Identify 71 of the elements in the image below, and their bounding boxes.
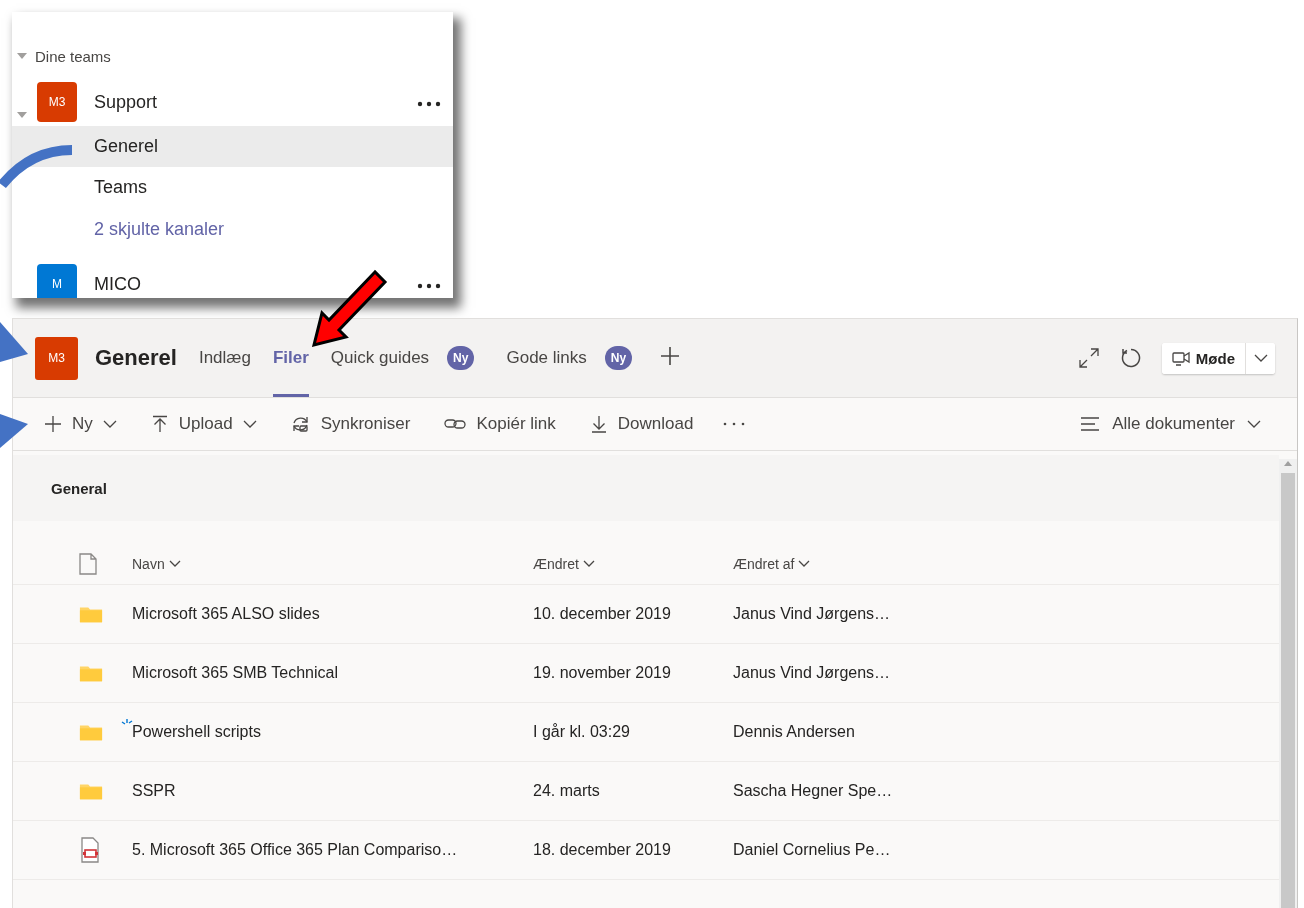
file-name[interactable]: 5. Microsoft 365 Office 365 Plan Compariso… <box>132 841 533 859</box>
modified-date: 18. december 2019 <box>533 841 672 859</box>
sync-icon <box>290 415 311 433</box>
toolbar-button[interactable]: Ny <box>42 410 119 438</box>
modified-date: 19. november 2019 <box>533 664 672 682</box>
modified-by: Daniel Cornelius Pe… <box>733 841 892 859</box>
file-row[interactable]: Microsoft 365 SMB Technical 19. november 2019 Janus Vind Jørgens… <box>13 644 1279 703</box>
modified-by: Janus Vind Jørgens… <box>733 664 892 682</box>
scroll-up-icon <box>1283 459 1293 467</box>
file-row[interactable]: SSPR 24. marts Sascha Hegner Spe… <box>13 762 1279 821</box>
caret-down-icon <box>17 53 27 59</box>
modified-date: 24. marts <box>533 782 601 800</box>
arrow-head <box>0 322 28 362</box>
file-row[interactable]: 5. Microsoft 365 Office 365 Plan Compariso… 18. december 2019 Daniel Cornelius Pe… <box>13 821 1279 880</box>
toolbar-button[interactable]: Synkroniser <box>288 410 413 438</box>
toolbar-button[interactable]: Download <box>587 410 696 438</box>
channel-item[interactable]: Teams <box>12 167 453 208</box>
toolbar-button[interactable]: Upload <box>148 410 259 438</box>
modified-by: Dennis Andersen <box>733 723 856 741</box>
upload-icon <box>150 415 169 433</box>
column-header[interactable]: Navn <box>132 555 533 572</box>
chevron-down-icon <box>582 560 595 567</box>
file-name[interactable]: Microsoft 365 ALSO slides <box>132 605 533 623</box>
column-header[interactable]: Ændret <box>533 555 733 572</box>
modified-by: Janus Vind Jørgens… <box>733 605 892 623</box>
arrow-head <box>0 414 28 448</box>
file-row[interactable]: Powershell scripts I går kl. 03:29 Dennis Andersen <box>13 703 1279 762</box>
file-name[interactable]: SSPR <box>132 782 533 800</box>
more-icon <box>417 101 441 107</box>
view-dropdown[interactable]: Alle dokumenter <box>1074 413 1267 435</box>
tab[interactable]: Quick guides <box>330 319 430 397</box>
more-icon <box>417 283 441 289</box>
caret-down-icon <box>17 112 27 118</box>
list-view-icon <box>1080 417 1101 431</box>
file-name[interactable]: Powershell scripts <box>132 723 533 741</box>
channel-title: Generel <box>95 345 177 371</box>
tab[interactable]: Indlæg <box>198 319 251 397</box>
toolbar-button[interactable]: Kopiér link <box>442 410 558 438</box>
file-row[interactable]: Microsoft 365 ALSO slides 10. december 2019 Janus Vind Jørgens… <box>13 585 1279 644</box>
team-name[interactable]: MICO <box>94 273 417 295</box>
file-name[interactable]: Microsoft 365 SMB Technical <box>132 664 533 682</box>
refresh-icon <box>1119 347 1142 369</box>
meeting-button[interactable]: Møde <box>1161 342 1245 374</box>
video-camera-icon <box>1171 350 1190 366</box>
modified-by: Sascha Hegner Spe… <box>733 782 894 800</box>
channel-item[interactable]: Generel <box>12 126 453 167</box>
plus-icon <box>660 346 681 366</box>
new-badge: Ny <box>604 346 633 370</box>
team-avatar: M3 <box>37 82 77 122</box>
team-avatar: M <box>37 264 77 298</box>
new-badge: Ny <box>447 346 475 370</box>
file-icon <box>79 552 97 575</box>
expand-icon <box>1077 347 1100 369</box>
link-icon <box>444 417 467 431</box>
chevron-down-icon <box>1247 420 1261 428</box>
pdf-file-icon <box>79 837 101 863</box>
chevron-down-icon <box>798 560 811 567</box>
team-name[interactable]: Support <box>94 91 417 113</box>
hidden-channels-link[interactable]: 2 skjulte kanaler <box>94 218 225 240</box>
chevron-down-icon <box>1253 354 1268 362</box>
modified-date: I går kl. 03:29 <box>533 723 631 741</box>
column-header[interactable]: Ændret af <box>733 555 1279 572</box>
tab[interactable]: Gode links <box>506 319 587 397</box>
chevron-down-icon <box>168 560 181 567</box>
library-title: General <box>13 455 1279 521</box>
plus-icon <box>44 415 62 433</box>
team-avatar: M3 <box>35 336 78 380</box>
modified-date: 10. december 2019 <box>533 605 672 623</box>
download-icon <box>589 415 608 433</box>
scrollbar[interactable] <box>1279 459 1297 908</box>
section-header[interactable]: Dine teams <box>35 47 111 65</box>
